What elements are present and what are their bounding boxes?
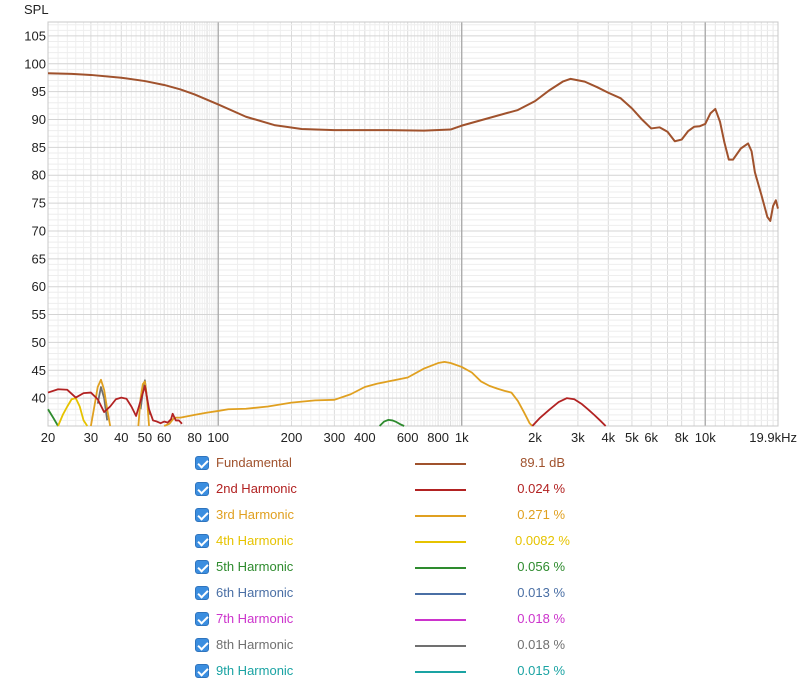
legend-checkbox[interactable] [195,664,209,678]
x-tick-label: 3k [571,430,585,445]
legend-label: 7th Harmonic [216,611,294,626]
legend-line-swatch [415,593,466,595]
legend-label: Fundamental [216,455,292,470]
legend-value: 0.024 % [517,481,565,496]
x-tick-label: 19.9kHz [749,430,797,445]
legend-item[interactable]: 8th Harmonic 0.018 % [195,635,595,661]
x-tick-label: 50 [138,430,152,445]
y-tick-label: 55 [32,307,46,322]
legend-line-swatch [415,645,466,647]
legend-line-swatch [415,463,466,465]
x-tick-label: 200 [281,430,303,445]
legend-checkbox[interactable] [195,612,209,626]
x-tick-label: 20 [41,430,55,445]
legend-line-swatch [415,619,466,621]
legend-item[interactable]: 7th Harmonic 0.018 % [195,609,595,635]
y-tick-label: 40 [32,391,46,406]
legend-label: 4th Harmonic [216,533,294,548]
legend-checkbox[interactable] [195,456,209,470]
y-tick-labels: 40 45 50 55 60 65 70 75 80 85 90 95 100 105 [24,28,46,405]
legend-label: 6th Harmonic [216,585,294,600]
x-tick-label: 600 [397,430,419,445]
x-tick-label: 6k [644,430,658,445]
y-tick-label: 45 [32,363,46,378]
legend-checkbox[interactable] [195,638,209,652]
y-tick-label: 60 [32,279,46,294]
legend-value: 0.015 % [517,663,565,678]
x-tick-label: 2k [528,430,542,445]
x-tick-label: 400 [354,430,376,445]
legend-label: 9th Harmonic [216,663,294,678]
legend-line-swatch [415,671,466,673]
series-layer [47,72,779,427]
legend-label: 5th Harmonic [216,559,294,574]
y-axis-label: SPL [24,2,49,17]
legend-label: 3rd Harmonic [216,507,295,522]
legend-value: 0.0082 % [515,533,570,548]
legend-line-swatch [415,515,466,517]
y-tick-label: 100 [24,56,46,71]
x-tick-label: 100 [207,430,229,445]
series-line-3rd-harmonic [163,361,533,427]
legend-checkbox[interactable] [195,508,209,522]
x-tick-label: 40 [114,430,128,445]
legend-label: 8th Harmonic [216,637,294,652]
legend-line-swatch [415,541,466,543]
x-tick-label: 30 [84,430,98,445]
x-tick-labels: 20 30 40 50 60 80 100 200 300 400 600 800 1k 2k 3k 4k 5k… [41,430,797,445]
x-tick-label: 1k [455,430,469,445]
series-line-5th-harmonic [47,408,59,427]
y-tick-label: 75 [32,196,46,211]
y-tick-label: 70 [32,223,46,238]
x-tick-label: 60 [157,430,171,445]
y-tick-label: 50 [32,335,46,350]
legend-value: 0.013 % [517,585,565,600]
legend-item[interactable]: 2nd Harmonic 0.024 % [195,479,595,505]
x-tick-label: 4k [601,430,615,445]
x-tick-label: 80 [187,430,201,445]
legend-line-swatch [415,567,466,569]
x-tick-label: 300 [324,430,346,445]
legend-value: 0.018 % [517,611,565,626]
legend-checkbox[interactable] [195,482,209,496]
legend-checkbox[interactable] [195,560,209,574]
x-tick-label: 800 [427,430,449,445]
y-tick-label: 80 [32,168,46,183]
legend-value: 0.018 % [517,637,565,652]
legend-checkbox[interactable] [195,534,209,548]
legend-label: 2nd Harmonic [216,481,297,496]
y-tick-label: 90 [32,112,46,127]
series-line-4th-harmonic [57,397,89,427]
legend-item[interactable]: 6th Harmonic 0.013 % [195,583,595,609]
x-tick-label: 10k [695,430,716,445]
legend-item[interactable]: 3rd Harmonic 0.271 % [195,505,595,531]
x-tick-label: 8k [675,430,689,445]
legend-item[interactable]: 9th Harmonic 0.015 % [195,661,595,687]
legend-item[interactable]: Fundamental 89.1 dB [195,453,595,479]
legend: Fundamental 89.1 dB 2nd Harmonic 0.024 % 3rd… [195,453,595,687]
frequency-response-chart: 40 45 50 55 60 65 70 75 80 85 90 95 100 105 20 30 40 50 6… [24,2,797,445]
legend-line-swatch [415,489,466,491]
x-tick-label: 5k [625,430,639,445]
y-tick-label: 105 [24,28,46,43]
legend-item[interactable]: 4th Harmonic 0.0082 % [195,531,595,557]
y-tick-label: 95 [32,84,46,99]
y-tick-label: 85 [32,140,46,155]
y-tick-label: 65 [32,251,46,266]
legend-checkbox[interactable] [195,586,209,600]
series-line-2nd-harmonic [531,397,607,427]
legend-value: 89.1 dB [520,455,565,470]
legend-item[interactable]: 5th Harmonic 0.056 % [195,557,595,583]
legend-value: 0.271 % [517,507,565,522]
legend-value: 0.056 % [517,559,565,574]
